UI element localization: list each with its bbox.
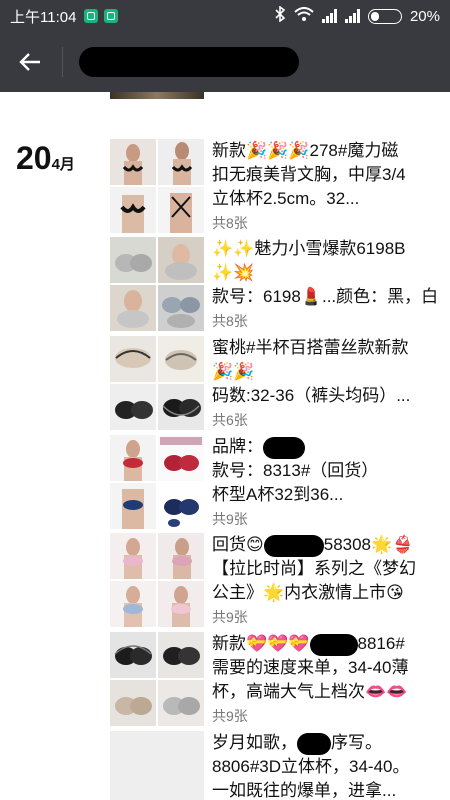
post-line: 立体杯2.5cm。32...: [212, 189, 360, 208]
product-photo: [158, 632, 204, 678]
previous-post-thumbnail[interactable]: [110, 92, 204, 99]
photo-count: 共9张: [212, 708, 248, 724]
post-line: 杯型A杯32到36...: [212, 485, 344, 504]
product-photo: [158, 384, 204, 430]
battery-icon: [367, 8, 402, 24]
product-photo: [158, 483, 204, 529]
post-line: 一如既往的爆单，进拿...: [212, 781, 397, 800]
post-text: 回货😊 58308🌟👙 【拉比时尚】系列之《梦幻 公主》🌟内衣激情上市😘: [212, 533, 440, 605]
product-photo: [158, 336, 204, 382]
post-line: 新款🎉🎉🎉278#魔力磁: [212, 141, 399, 160]
post-thumbnails: [110, 533, 204, 627]
post-line: 8806#3D立体杯，34-40。: [212, 757, 410, 776]
post-line: 新款💝💝💝 8816#: [212, 632, 440, 656]
photo-count: 共9张: [212, 609, 248, 625]
product-photo: [110, 632, 156, 678]
signal-icon-1: [321, 9, 337, 23]
post-line-text: 品牌：: [212, 437, 263, 456]
post-thumbnails: [110, 139, 204, 233]
product-photo: [110, 483, 156, 529]
redacted-text: [263, 436, 305, 459]
post-line: 品牌：: [212, 435, 440, 459]
android-app-icon: [104, 9, 119, 23]
product-photo: [158, 680, 204, 726]
battery-level: 20%: [409, 7, 440, 25]
status-time: 上午11:04: [10, 8, 77, 26]
product-photo: [110, 581, 156, 627]
post-text: ✨✨魅力小雪爆款6198B ✨💥 款号：6198💄...颜色：黑，白: [212, 237, 440, 309]
post-thumbnails: [110, 237, 204, 331]
post-line: 公主》🌟内衣激情上市😘: [212, 583, 404, 602]
post-line: 蜜桃#半杯百搭蕾丝款新款: [212, 338, 409, 357]
post-line: 杯，高端大气上档次👄👄: [212, 682, 408, 701]
post-line-text: 8816#: [357, 634, 405, 653]
product-photo: [110, 336, 156, 382]
post-line: 扣无痕美背文胸，中厚3/4: [212, 165, 406, 184]
post-line: 码数:32-36（裤头均码）...: [212, 386, 411, 405]
product-photo: [110, 187, 156, 233]
post-thumbnails: [110, 632, 204, 726]
photo-count: 共8张: [212, 313, 248, 329]
post-line: 回货😊 58308🌟👙: [212, 533, 440, 557]
product-photo: [158, 187, 204, 233]
date-month: 4月: [51, 156, 75, 173]
photo-count: 共8张: [212, 215, 248, 231]
post-line-text: 58308🌟👙: [323, 535, 414, 554]
post-text: 新款🎉🎉🎉278#魔力磁 扣无痕美背文胸，中厚3/4 立体杯2.5cm。32..…: [212, 139, 440, 211]
post-line-text: 回货😊: [212, 535, 264, 554]
product-photo: [158, 139, 204, 185]
post-date: 204月: [16, 140, 75, 177]
photo-count: 共6张: [212, 412, 248, 428]
redacted-title: [79, 47, 299, 77]
post-line: ✨✨魅力小雪爆款6198B: [212, 239, 406, 258]
post-text: 品牌： 款号：8313#（回货） 杯型A杯32到36...: [212, 435, 440, 507]
post-text: 蜜桃#半杯百搭蕾丝款新款 🎉🎉 码数:32-36（裤头均码）...: [212, 336, 440, 408]
wifi-icon: [294, 6, 314, 26]
product-photo: [110, 237, 156, 283]
back-arrow-icon: [19, 53, 40, 71]
product-photo: [158, 237, 204, 283]
post-text: 新款💝💝💝 8816# 需要的速度来单，34-40薄 杯，高端大气上档次👄👄: [212, 632, 440, 704]
post-thumbnails: [110, 731, 204, 800]
loading-thumbnail: [110, 731, 204, 800]
status-bar: 上午11:04 20%: [0, 0, 450, 32]
post-line: 🎉🎉: [212, 362, 255, 381]
product-photo: [110, 139, 156, 185]
post-line: 需要的速度来单，34-40薄: [212, 658, 409, 677]
post-line-text: 岁月如歌，: [212, 733, 297, 752]
redacted-text: [263, 534, 324, 557]
product-photo: [110, 384, 156, 430]
post-line-text: 序写。: [331, 733, 382, 752]
product-photo: [110, 285, 156, 331]
post-text: 岁月如歌， 序写。 8806#3D立体杯，34-40。 一如既往的爆单，进拿...: [212, 731, 440, 800]
bluetooth-icon: [274, 5, 286, 26]
post-thumbnails: [110, 435, 204, 529]
post-line: 款号：8313#（回货）: [212, 461, 379, 480]
product-photo: [110, 680, 156, 726]
product-photo: [158, 581, 204, 627]
top-bar: [0, 32, 450, 92]
post-line: ✨💥: [212, 263, 255, 282]
header-divider: [62, 47, 63, 77]
post-line: 款号：6198💄...颜色：黑，白: [212, 287, 439, 306]
post-line-text: 新款💝💝💝: [212, 634, 310, 653]
date-day: 20: [16, 140, 52, 176]
shield-app-icon: [84, 9, 99, 23]
post-thumbnails: [110, 336, 204, 430]
product-photo: [158, 533, 204, 579]
photo-count: 共9张: [212, 511, 248, 527]
album-feed[interactable]: 204月 新款🎉🎉🎉278#魔力磁 扣无痕美背文胸，中厚3/4 立体杯2.5cm…: [0, 92, 450, 800]
back-button[interactable]: [0, 32, 60, 92]
post-line: 【拉比时尚】系列之《梦幻: [212, 559, 416, 578]
product-photo: [110, 533, 156, 579]
product-photo: [158, 285, 204, 331]
post-line: 岁月如歌， 序写。: [212, 731, 440, 755]
redacted-text: [309, 633, 358, 656]
redacted-text: [297, 732, 331, 755]
product-photo: [110, 435, 156, 481]
product-photo: [158, 435, 204, 481]
signal-icon-2: [344, 9, 360, 23]
